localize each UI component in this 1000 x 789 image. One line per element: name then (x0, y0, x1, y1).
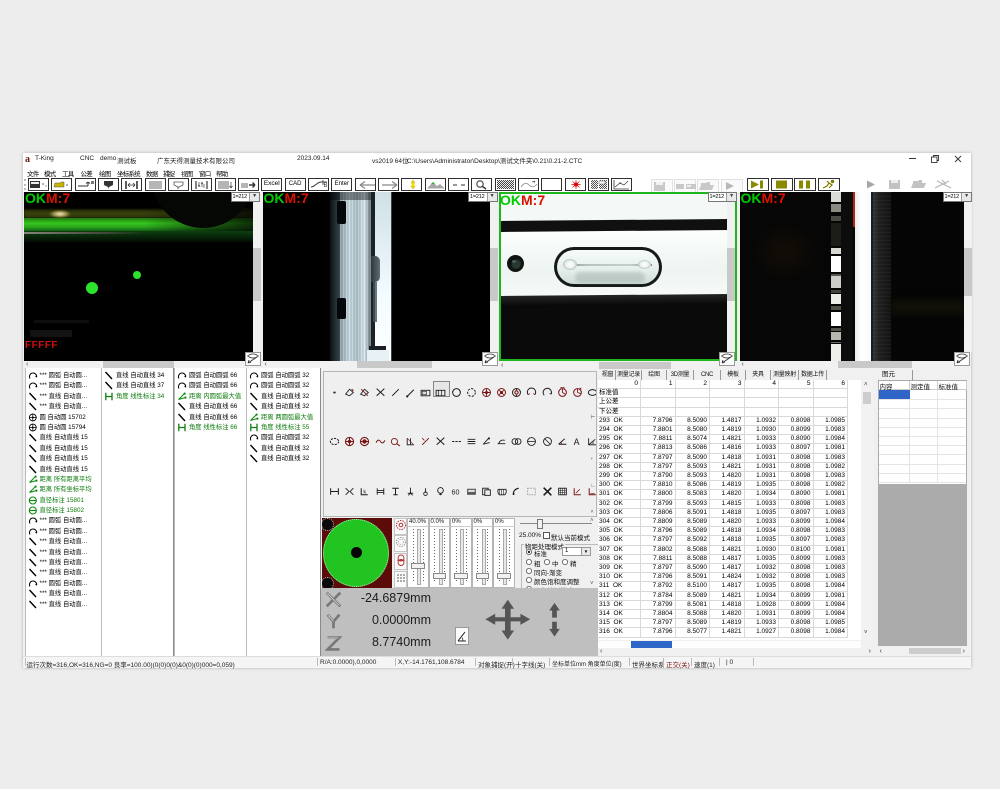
svg-text:A: A (574, 437, 580, 447)
svg-text:B: B (324, 183, 328, 189)
svg-text:k: k (364, 490, 367, 496)
svg-text:60: 60 (451, 488, 459, 496)
